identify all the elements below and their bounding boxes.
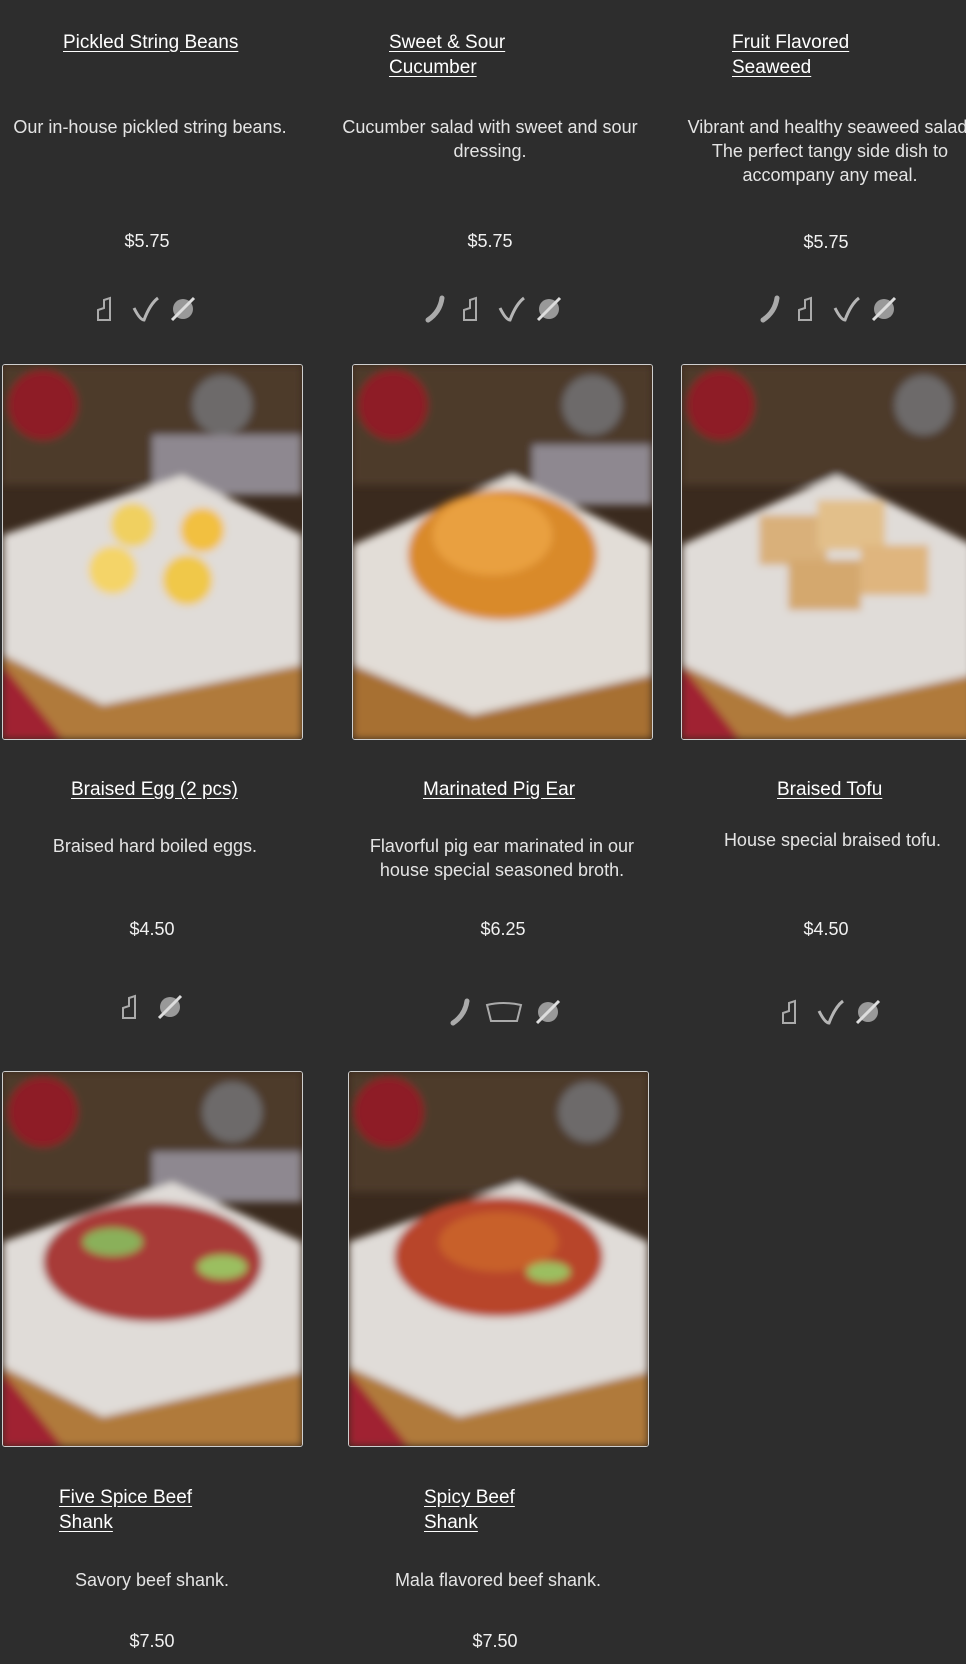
vegan-icon bbox=[92, 294, 122, 324]
item-desc-fruit-flavored-seaweed: Vibrant and healthy seaweed salad. The p… bbox=[687, 117, 966, 185]
item-title-braised-tofu[interactable]: Braised Tofu bbox=[777, 777, 882, 802]
vegan-icon bbox=[793, 294, 823, 324]
item-photo-braised-tofu[interactable] bbox=[681, 364, 966, 740]
spicy-icon bbox=[755, 294, 785, 324]
gluten-free-icon bbox=[168, 294, 198, 324]
item-desc-pickled-string-beans: Our in-house pickled string beans. bbox=[13, 117, 287, 137]
item-photo-spicy-beef-shank[interactable] bbox=[348, 1071, 649, 1447]
item-title-fruit-flavored-seaweed[interactable]: Fruit Flavored Seaweed bbox=[732, 30, 849, 80]
item-photo-marinated-pig-ear[interactable] bbox=[352, 364, 653, 740]
item-price-sweet-sour-cucumber: $5.75 bbox=[467, 231, 513, 251]
vegan-icon bbox=[117, 992, 147, 1022]
item-title-pickled-string-beans[interactable]: Pickled String Beans bbox=[63, 30, 238, 55]
item-desc-five-spice-beef-shank: Savory beef shank. bbox=[74, 1570, 230, 1590]
dietary-icons bbox=[755, 294, 899, 324]
item-desc-sweet-sour-cucumber: Cucumber salad with sweet and sour dress… bbox=[342, 117, 638, 161]
item-title-marinated-pig-ear[interactable]: Marinated Pig Ear bbox=[423, 777, 575, 802]
gluten-free-icon bbox=[155, 992, 185, 1022]
leaf-icon bbox=[831, 294, 861, 324]
spicy-icon bbox=[420, 294, 450, 324]
item-title-five-spice-beef-shank[interactable]: Five Spice Beef Shank bbox=[59, 1485, 192, 1535]
vegan-icon bbox=[458, 294, 488, 324]
item-photo-five-spice-beef-shank[interactable] bbox=[2, 1071, 303, 1447]
gluten-free-icon bbox=[534, 294, 564, 324]
pig-icon bbox=[483, 997, 525, 1027]
gluten-free-icon bbox=[853, 997, 883, 1027]
item-title-sweet-sour-cucumber[interactable]: Sweet & Sour Cucumber bbox=[389, 30, 505, 80]
item-title-braised-egg[interactable]: Braised Egg (2 pcs) bbox=[71, 777, 238, 802]
item-price-marinated-pig-ear: $6.25 bbox=[480, 919, 526, 939]
gluten-free-icon bbox=[869, 294, 899, 324]
item-desc-spicy-beef-shank: Mala flavored beef shank. bbox=[394, 1570, 602, 1590]
item-price-braised-tofu: $4.50 bbox=[803, 919, 849, 939]
item-price-pickled-string-beans: $5.75 bbox=[124, 231, 170, 251]
dietary-icons bbox=[777, 997, 883, 1027]
dietary-icons bbox=[420, 294, 564, 324]
gluten-free-icon bbox=[533, 997, 563, 1027]
item-photo-braised-egg[interactable] bbox=[2, 364, 303, 740]
item-price-fruit-flavored-seaweed: $5.75 bbox=[803, 232, 849, 252]
item-price-five-spice-beef-shank: $7.50 bbox=[129, 1631, 175, 1651]
item-desc-marinated-pig-ear: Flavorful pig ear marinated in our house… bbox=[369, 836, 635, 880]
item-desc-braised-tofu: House special braised tofu. bbox=[723, 830, 942, 850]
item-price-braised-egg: $4.50 bbox=[129, 919, 175, 939]
spicy-icon bbox=[445, 997, 475, 1027]
dietary-icons bbox=[92, 294, 198, 324]
leaf-icon bbox=[815, 997, 845, 1027]
item-desc-braised-egg: Braised hard boiled eggs. bbox=[52, 836, 258, 856]
leaf-icon bbox=[130, 294, 160, 324]
vegan-icon bbox=[777, 997, 807, 1027]
leaf-icon bbox=[496, 294, 526, 324]
item-title-spicy-beef-shank[interactable]: Spicy Beef Shank bbox=[424, 1485, 515, 1535]
dietary-icons bbox=[445, 997, 563, 1027]
item-price-spicy-beef-shank: $7.50 bbox=[472, 1631, 518, 1651]
dietary-icons bbox=[117, 992, 185, 1022]
